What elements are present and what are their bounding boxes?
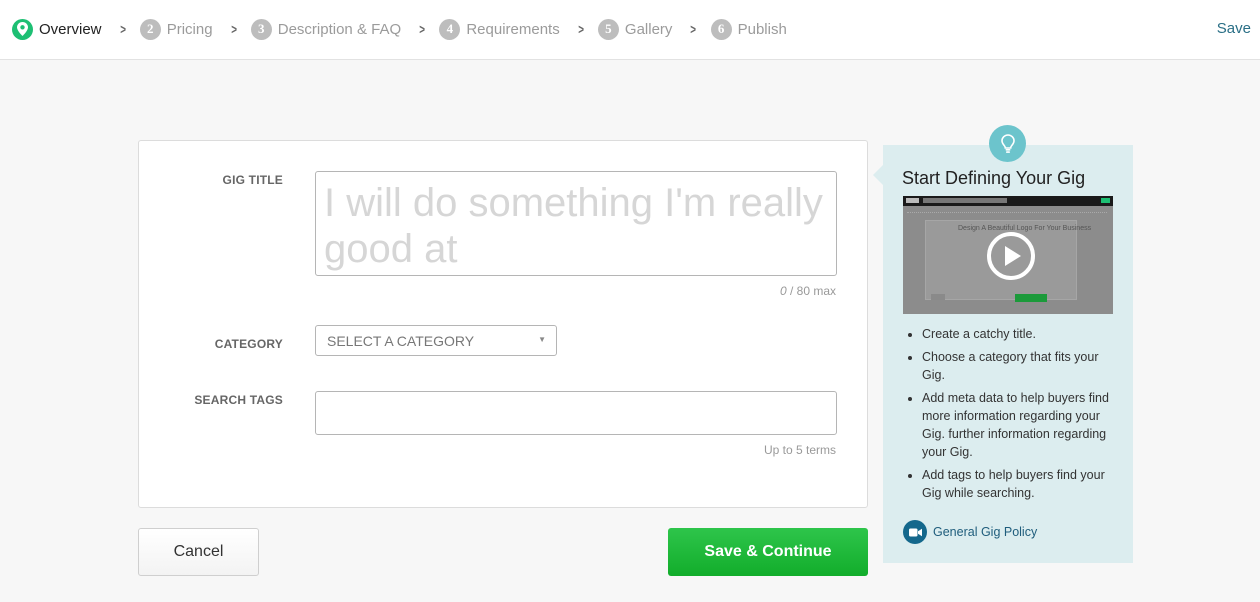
gig-title-input[interactable]: I will do something I'm really good at [315,171,837,276]
category-select[interactable]: SELECT A CATEGORY ▼ [315,325,557,356]
step-label: Description & FAQ [277,20,402,38]
category-selected-value: SELECT A CATEGORY [327,333,475,349]
step-number: 6 [710,18,732,40]
step-number: 5 [597,18,619,40]
tutorial-video-thumbnail[interactable]: Design A Beautiful Logo For Your Busines… [903,196,1113,314]
dropdown-caret-icon: ▼ [538,335,546,344]
tip-item: Add meta data to help buyers find more i… [922,389,1112,461]
lightbulb-icon [989,125,1026,162]
tip-item: Add tags to help buyers find your Gig wh… [922,466,1112,502]
video-preview-join [1101,198,1110,203]
video-preview-cancel [931,294,945,300]
cancel-button[interactable]: Cancel [138,528,259,576]
step-label: Pricing [166,20,213,38]
search-tags-hint: Up to 5 terms [763,443,836,457]
location-pin-icon [12,18,33,40]
step-number: 2 [139,18,161,40]
chevron-right-icon: > [119,21,126,37]
char-count-max: / 80 max [786,284,836,298]
help-panel: Start Defining Your Gig Design A Beautif… [873,145,1133,563]
step-overview[interactable]: Overview [12,18,102,40]
video-preview-title: Design A Beautiful Logo For Your Busines… [958,225,1092,232]
gig-form-card: GIG TITLE I will do something I'm really… [138,140,868,508]
chevron-right-icon: > [577,21,584,37]
tip-item: Choose a category that fits your Gig. [922,348,1112,384]
chevron-right-icon: > [419,21,426,37]
video-preview-logo [906,198,919,203]
step-breadcrumb: Overview > 2 Pricing > 3 Description & F… [12,18,787,40]
video-preview-steps [907,209,1107,213]
step-number: 4 [439,18,461,40]
video-preview-search [923,198,1007,203]
policy-link-label: General Gig Policy [933,525,1038,539]
tips-list: Create a catchy title. Choose a category… [922,325,1112,507]
step-publish[interactable]: 6 Publish [710,18,787,40]
char-count-current: 0 [779,284,787,298]
step-pricing[interactable]: 2 Pricing [139,18,213,40]
step-label: Overview [39,20,102,38]
search-tags-input[interactable] [315,391,837,435]
save-continue-button[interactable]: Save & Continue [668,528,868,576]
step-gallery[interactable]: 5 Gallery [597,18,673,40]
play-icon[interactable] [987,232,1035,280]
title-char-counter: 0 / 80 max [780,284,836,298]
step-description-faq[interactable]: 3 Description & FAQ [250,18,402,40]
step-number: 3 [250,18,272,40]
video-camera-icon [903,520,927,544]
step-requirements[interactable]: 4 Requirements [439,18,560,40]
top-nav: Overview > 2 Pricing > 3 Description & F… [0,0,1260,60]
general-gig-policy-link[interactable]: General Gig Policy [903,520,1037,544]
save-link[interactable]: Save [1217,20,1251,37]
video-preview-button [1015,294,1047,302]
tip-item: Create a catchy title. [922,325,1112,343]
video-preview-header [903,196,1113,206]
panel-title: Start Defining Your Gig [902,168,1086,188]
step-label: Gallery [624,20,673,38]
chevron-right-icon: > [690,21,697,37]
step-label: Publish [737,20,787,38]
panel-pointer [873,165,883,185]
step-label: Requirements [466,20,560,38]
chevron-right-icon: > [230,21,237,37]
gig-title-label: GIG TITLE [222,173,283,187]
category-label: CATEGORY [214,337,283,351]
search-tags-label: SEARCH TAGS [194,393,283,407]
